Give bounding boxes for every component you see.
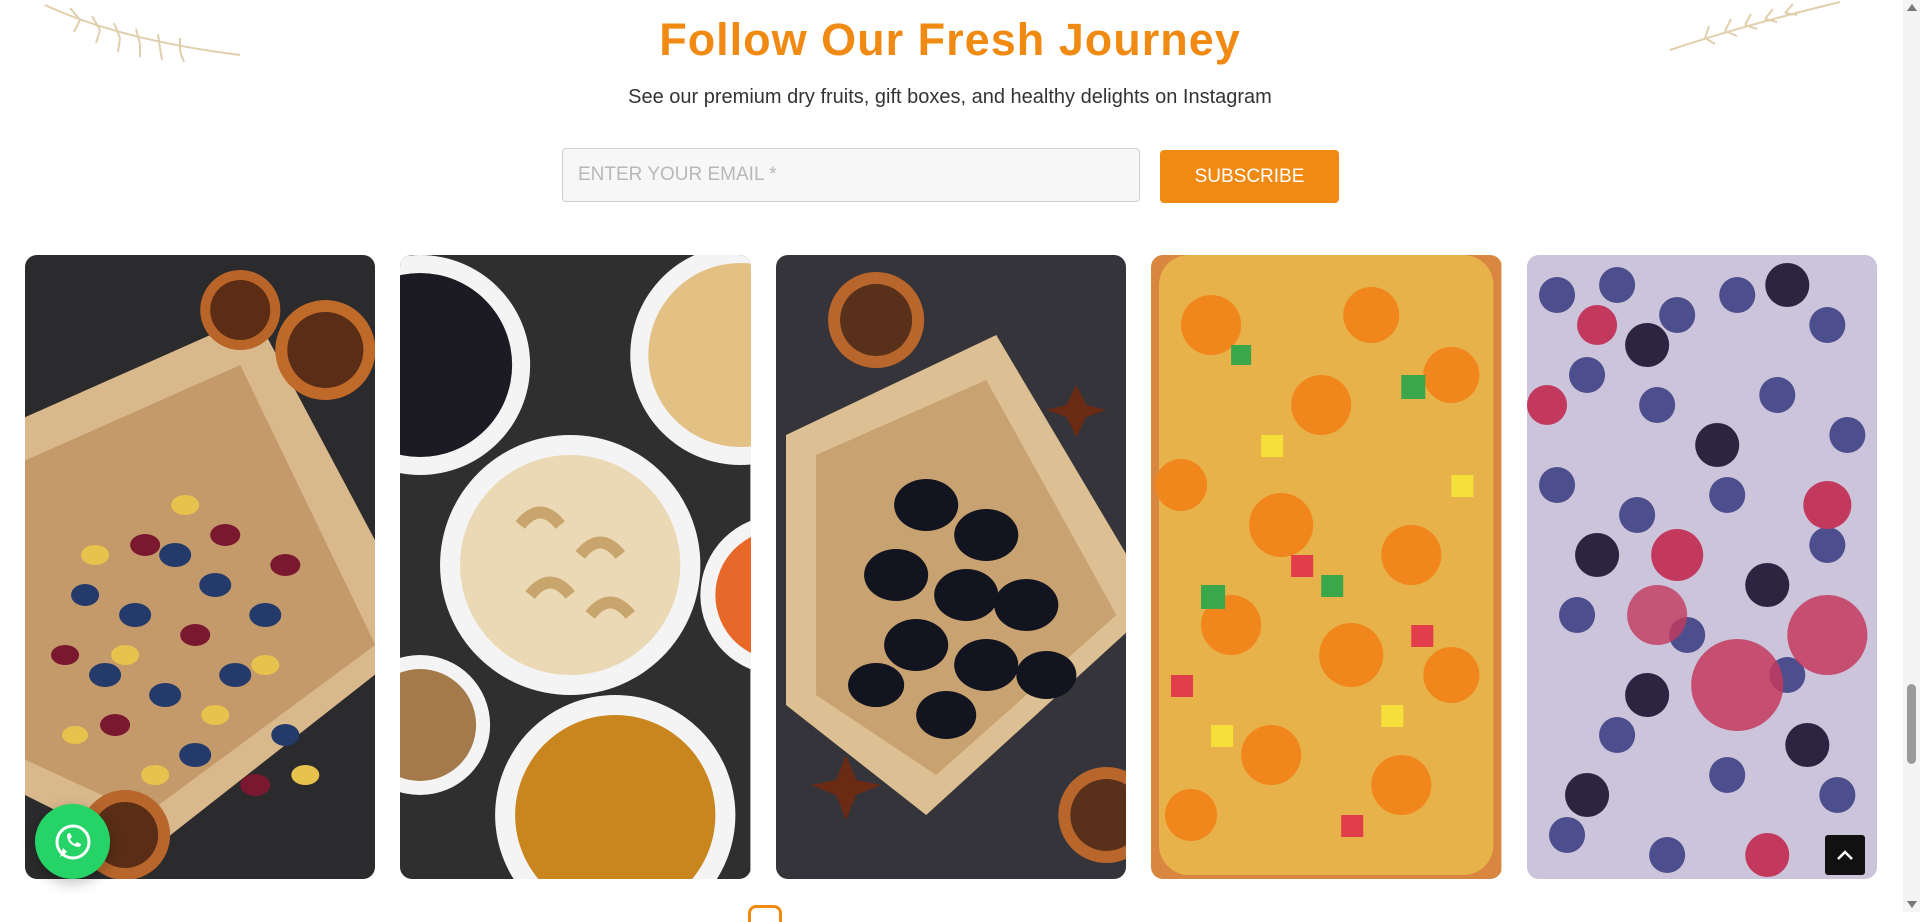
section-title: Follow Our Fresh Journey <box>659 14 1241 65</box>
whatsapp-button[interactable] <box>35 804 110 879</box>
instagram-icon[interactable] <box>748 905 782 922</box>
nuts-bowls-photo-icon <box>400 255 751 879</box>
back-to-top-button[interactable] <box>1825 835 1865 875</box>
section-subtitle: See our premium dry fruits, gift boxes, … <box>628 86 1272 108</box>
raisins-cranberries-photo-icon <box>25 255 376 879</box>
gallery-item[interactable] <box>1151 255 1502 879</box>
gallery-item[interactable] <box>775 255 1127 879</box>
berries-photo-icon <box>1526 255 1878 879</box>
prunes-photo-icon <box>775 255 1127 879</box>
gallery-item[interactable] <box>1526 255 1878 879</box>
scroll-up-icon[interactable] <box>1907 4 1917 11</box>
apricots-mixed-fruit-photo-icon <box>1151 255 1502 879</box>
instagram-gallery <box>25 255 1878 879</box>
chevron-up-icon <box>1837 850 1853 860</box>
subscribe-button[interactable]: SUBSCRIBE <box>1160 150 1339 203</box>
email-field[interactable] <box>562 148 1140 202</box>
scroll-thumb[interactable] <box>1907 684 1916 764</box>
whatsapp-icon <box>55 824 90 859</box>
gallery-item[interactable] <box>400 255 751 879</box>
gallery-item[interactable] <box>25 255 376 879</box>
page-scrollbar[interactable] <box>1903 0 1920 912</box>
scroll-down-icon[interactable] <box>1907 901 1917 908</box>
